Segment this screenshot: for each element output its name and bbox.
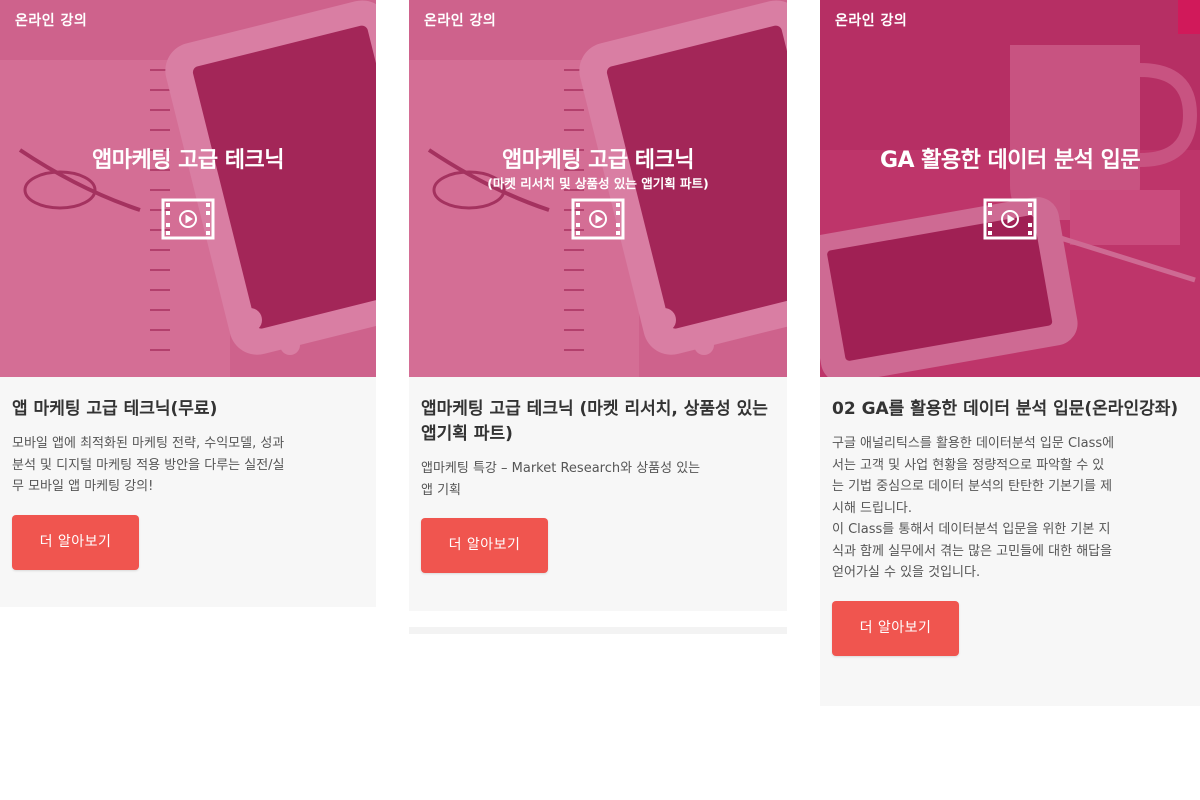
film-play-icon[interactable]: [983, 198, 1037, 240]
course-thumbnail[interactable]: 온라인 강의 앱마케팅 고급 테크닉: [0, 0, 376, 377]
course-card: 온라인 강의 앱마케팅 고급 테크닉 (마켓 리서치 및 상품성 있는 앱기획 …: [409, 0, 787, 611]
course-card: 온라인 강의 앱마케팅 고급 테크닉 앱 마케팅 고급 테크닉(무료) 모바일 …: [0, 0, 376, 607]
course-title[interactable]: 02 GA를 활용한 데이터 분석 입문(온라인강좌): [832, 397, 1188, 422]
course-title[interactable]: 앱마케팅 고급 테크닉 (마켓 리서치, 상품성 있는 앱기획 파트): [421, 397, 775, 447]
film-play-icon[interactable]: [571, 198, 625, 240]
course-title[interactable]: 앱 마케팅 고급 테크닉(무료): [12, 397, 364, 422]
course-description: 구글 애널리틱스를 활용한 데이터분석 입문 Class에 서는 고객 및 사업…: [832, 436, 1115, 580]
next-card-edge: [409, 627, 787, 634]
thumbnail-title: GA 활용한 데이터 분석 입문: [879, 148, 1141, 173]
course-thumbnail[interactable]: 온라인 강의 GA 활용한 데이터 분석 입문: [820, 0, 1200, 377]
course-card: 온라인 강의 GA 활용한 데이터 분석 입문 02 GA를 활용한 데이터 분…: [820, 0, 1200, 706]
corner-tab: [1178, 0, 1200, 34]
category-badge: 온라인 강의: [424, 13, 497, 29]
learn-more-button[interactable]: 더 알아보기: [832, 600, 959, 656]
film-play-icon[interactable]: [161, 198, 215, 240]
color-overlay: [820, 0, 1200, 377]
color-overlay: [0, 0, 376, 377]
course-description: 모바일 앱에 최적화된 마케팅 전략, 수익모델, 성과 분석 및 디지털 마케…: [12, 436, 285, 494]
thumbnail-subtitle: (마켓 리서치 및 상품성 있는 앱기획 파트): [487, 176, 709, 191]
course-thumbnail[interactable]: 온라인 강의 앱마케팅 고급 테크닉 (마켓 리서치 및 상품성 있는 앱기획 …: [409, 0, 787, 377]
thumbnail-title: 앱마케팅 고급 테크닉: [502, 148, 694, 173]
category-badge: 온라인 강의: [835, 13, 908, 29]
thumbnail-title: 앱마케팅 고급 테크닉: [92, 148, 284, 173]
category-badge: 온라인 강의: [15, 13, 88, 29]
learn-more-button[interactable]: 더 알아보기: [12, 514, 139, 570]
learn-more-button[interactable]: 더 알아보기: [421, 518, 548, 573]
course-description: 앱마케팅 특강 – Market Research와 상품성 있는 앱 기획: [421, 461, 701, 498]
